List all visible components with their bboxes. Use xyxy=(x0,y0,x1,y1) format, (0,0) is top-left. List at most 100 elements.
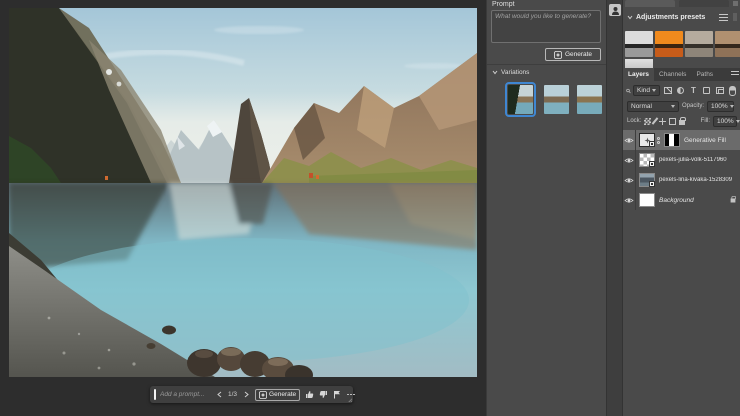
filter-toggle-icon[interactable] xyxy=(727,85,738,96)
smart-object-badge xyxy=(649,181,655,187)
layer-thumbnail[interactable] xyxy=(639,173,655,187)
blend-mode-value: Normal xyxy=(631,102,652,110)
taskbar-resize-handle[interactable] xyxy=(348,398,352,402)
lock-paint-icon[interactable] xyxy=(652,117,659,125)
prompt-panel-title: Prompt xyxy=(492,1,515,8)
adjustment-preset-3[interactable] xyxy=(685,31,713,57)
report-flag-button[interactable] xyxy=(332,389,342,401)
lock-row: Lock: Fill: 100% xyxy=(623,115,740,127)
generative-layer-badge xyxy=(649,141,655,147)
panel-generate-label: Generate xyxy=(564,51,593,58)
thumbs-up-button[interactable] xyxy=(304,389,314,401)
next-variation-button[interactable] xyxy=(241,389,251,401)
generative-sparkle-icon xyxy=(259,390,267,399)
layer-thumbnail[interactable] xyxy=(639,133,655,147)
layer-mask-thumbnail[interactable] xyxy=(664,133,680,147)
layer-name[interactable]: Generative Fill xyxy=(684,137,740,144)
prompt-input[interactable] xyxy=(491,10,601,43)
variation-thumbnail-3[interactable] xyxy=(577,85,602,114)
opacity-label: Opacity: xyxy=(682,103,705,109)
panel-menu-icon[interactable] xyxy=(731,71,739,77)
adjustment-preset-2[interactable] xyxy=(655,31,683,57)
lock-label: Lock: xyxy=(627,118,642,124)
collapsed-panel-dock xyxy=(606,0,622,416)
filter-kind-label: Kind xyxy=(636,87,650,94)
filter-pixel-layers-icon[interactable] xyxy=(662,85,673,96)
variations-header[interactable]: Variations xyxy=(492,69,529,76)
lock-artboard-icon[interactable] xyxy=(669,117,677,125)
prompt-panel: Prompt Generate Variations xyxy=(486,0,607,416)
chevron-down-icon xyxy=(492,70,498,75)
search-icon xyxy=(626,88,631,93)
fill-value: 100% xyxy=(717,117,734,125)
layer-visibility-toggle[interactable] xyxy=(623,150,636,170)
panel-tab-cutoff-2[interactable] xyxy=(679,0,729,7)
fill-value-select[interactable]: 100% xyxy=(713,115,740,127)
generative-sparkle-icon xyxy=(554,50,562,59)
layer-filter-row: Kind T xyxy=(623,84,740,97)
opacity-value: 100% xyxy=(711,102,728,110)
adjustment-preset-5-partial[interactable] xyxy=(625,59,653,68)
list-view-icon[interactable] xyxy=(719,13,728,21)
blend-mode-select[interactable]: Normal xyxy=(627,100,679,112)
layer-name[interactable]: pexels-lina-kivaka-1528309 xyxy=(659,177,740,183)
panel-generate-button[interactable]: Generate xyxy=(545,48,601,61)
previous-variation-button[interactable] xyxy=(214,389,224,401)
right-panel-group: Adjustments presets Layers Channels Path… xyxy=(622,0,740,416)
lock-transparency-icon[interactable] xyxy=(644,117,652,125)
variation-thumbnail-2[interactable] xyxy=(544,85,569,114)
layer-thumbnail[interactable] xyxy=(639,153,655,167)
filter-shape-layers-icon[interactable] xyxy=(701,85,712,96)
layer-visibility-toggle[interactable] xyxy=(623,170,636,190)
eye-icon xyxy=(624,177,634,183)
chevron-down-icon xyxy=(627,15,633,19)
layers-panel-tabs: Layers Channels Paths xyxy=(623,68,740,81)
variations-label: Variations xyxy=(501,69,530,76)
caret-down-icon xyxy=(729,104,734,108)
background-lock-icon xyxy=(730,195,737,202)
layer-thumbnail[interactable] xyxy=(639,193,655,207)
filter-adjustment-layers-icon[interactable] xyxy=(675,85,686,96)
variation-thumbnail-1[interactable] xyxy=(505,82,536,117)
fill-label: Fill: xyxy=(700,118,710,124)
lock-all-icon[interactable] xyxy=(679,117,687,125)
adjustment-preset-1[interactable] xyxy=(625,31,653,57)
tab-layers[interactable]: Layers xyxy=(623,68,654,81)
blend-mode-row: Normal Opacity: 100% xyxy=(623,100,740,112)
filter-kind-select[interactable]: Kind xyxy=(632,85,660,96)
thumbs-down-button[interactable] xyxy=(318,389,328,401)
eye-icon xyxy=(624,157,634,163)
filter-smart-objects-icon[interactable] xyxy=(714,85,725,96)
photoshop-workspace: Add a prompt... 1/3 Generate Prompt What… xyxy=(0,0,740,416)
taskbar-generate-button[interactable]: Generate xyxy=(255,388,301,401)
layer-name[interactable]: Background xyxy=(659,197,728,204)
filter-type-layers-icon[interactable]: T xyxy=(688,85,699,96)
taskbar-prompt-field[interactable]: Add a prompt... xyxy=(160,391,210,398)
caret-down-icon xyxy=(652,89,656,92)
contextual-task-bar: Add a prompt... 1/3 Generate xyxy=(150,386,356,403)
lock-position-icon[interactable] xyxy=(659,117,667,125)
taskbar-generate-label: Generate xyxy=(269,391,297,398)
layer-visibility-toggle[interactable] xyxy=(623,190,636,210)
adjustments-presets-header[interactable]: Adjustments presets xyxy=(623,10,740,24)
panel-menu-icon[interactable] xyxy=(733,13,737,21)
panel-collapse-icon[interactable] xyxy=(733,1,738,6)
layer-row-generative-fill[interactable]: Generative Fill xyxy=(623,130,740,150)
tab-channels[interactable]: Channels xyxy=(654,68,691,81)
assistant-panel-icon[interactable] xyxy=(609,4,621,16)
layer-row-pexels-lina-kivaka[interactable]: pexels-lina-kivaka-1528309 xyxy=(623,170,740,190)
tab-paths[interactable]: Paths xyxy=(691,68,718,81)
panel-tab-cutoff-1[interactable] xyxy=(625,0,675,7)
layer-row-background[interactable]: Background xyxy=(623,190,740,210)
smart-object-badge xyxy=(649,161,655,167)
caret-down-icon xyxy=(671,104,675,108)
adjustment-preset-4[interactable] xyxy=(715,31,740,57)
layer-visibility-toggle[interactable] xyxy=(623,130,636,150)
layer-name[interactable]: pexels-julia-volk-5117960 xyxy=(659,157,740,163)
layer-row-pexels-julia-volk[interactable]: pexels-julia-volk-5117960 xyxy=(623,150,740,170)
document-canvas-photo[interactable] xyxy=(9,8,477,377)
taskbar-drag-handle[interactable] xyxy=(154,389,156,400)
eye-icon xyxy=(624,137,634,143)
mask-link-icon[interactable] xyxy=(656,136,661,144)
opacity-value-select[interactable]: 100% xyxy=(707,100,735,112)
